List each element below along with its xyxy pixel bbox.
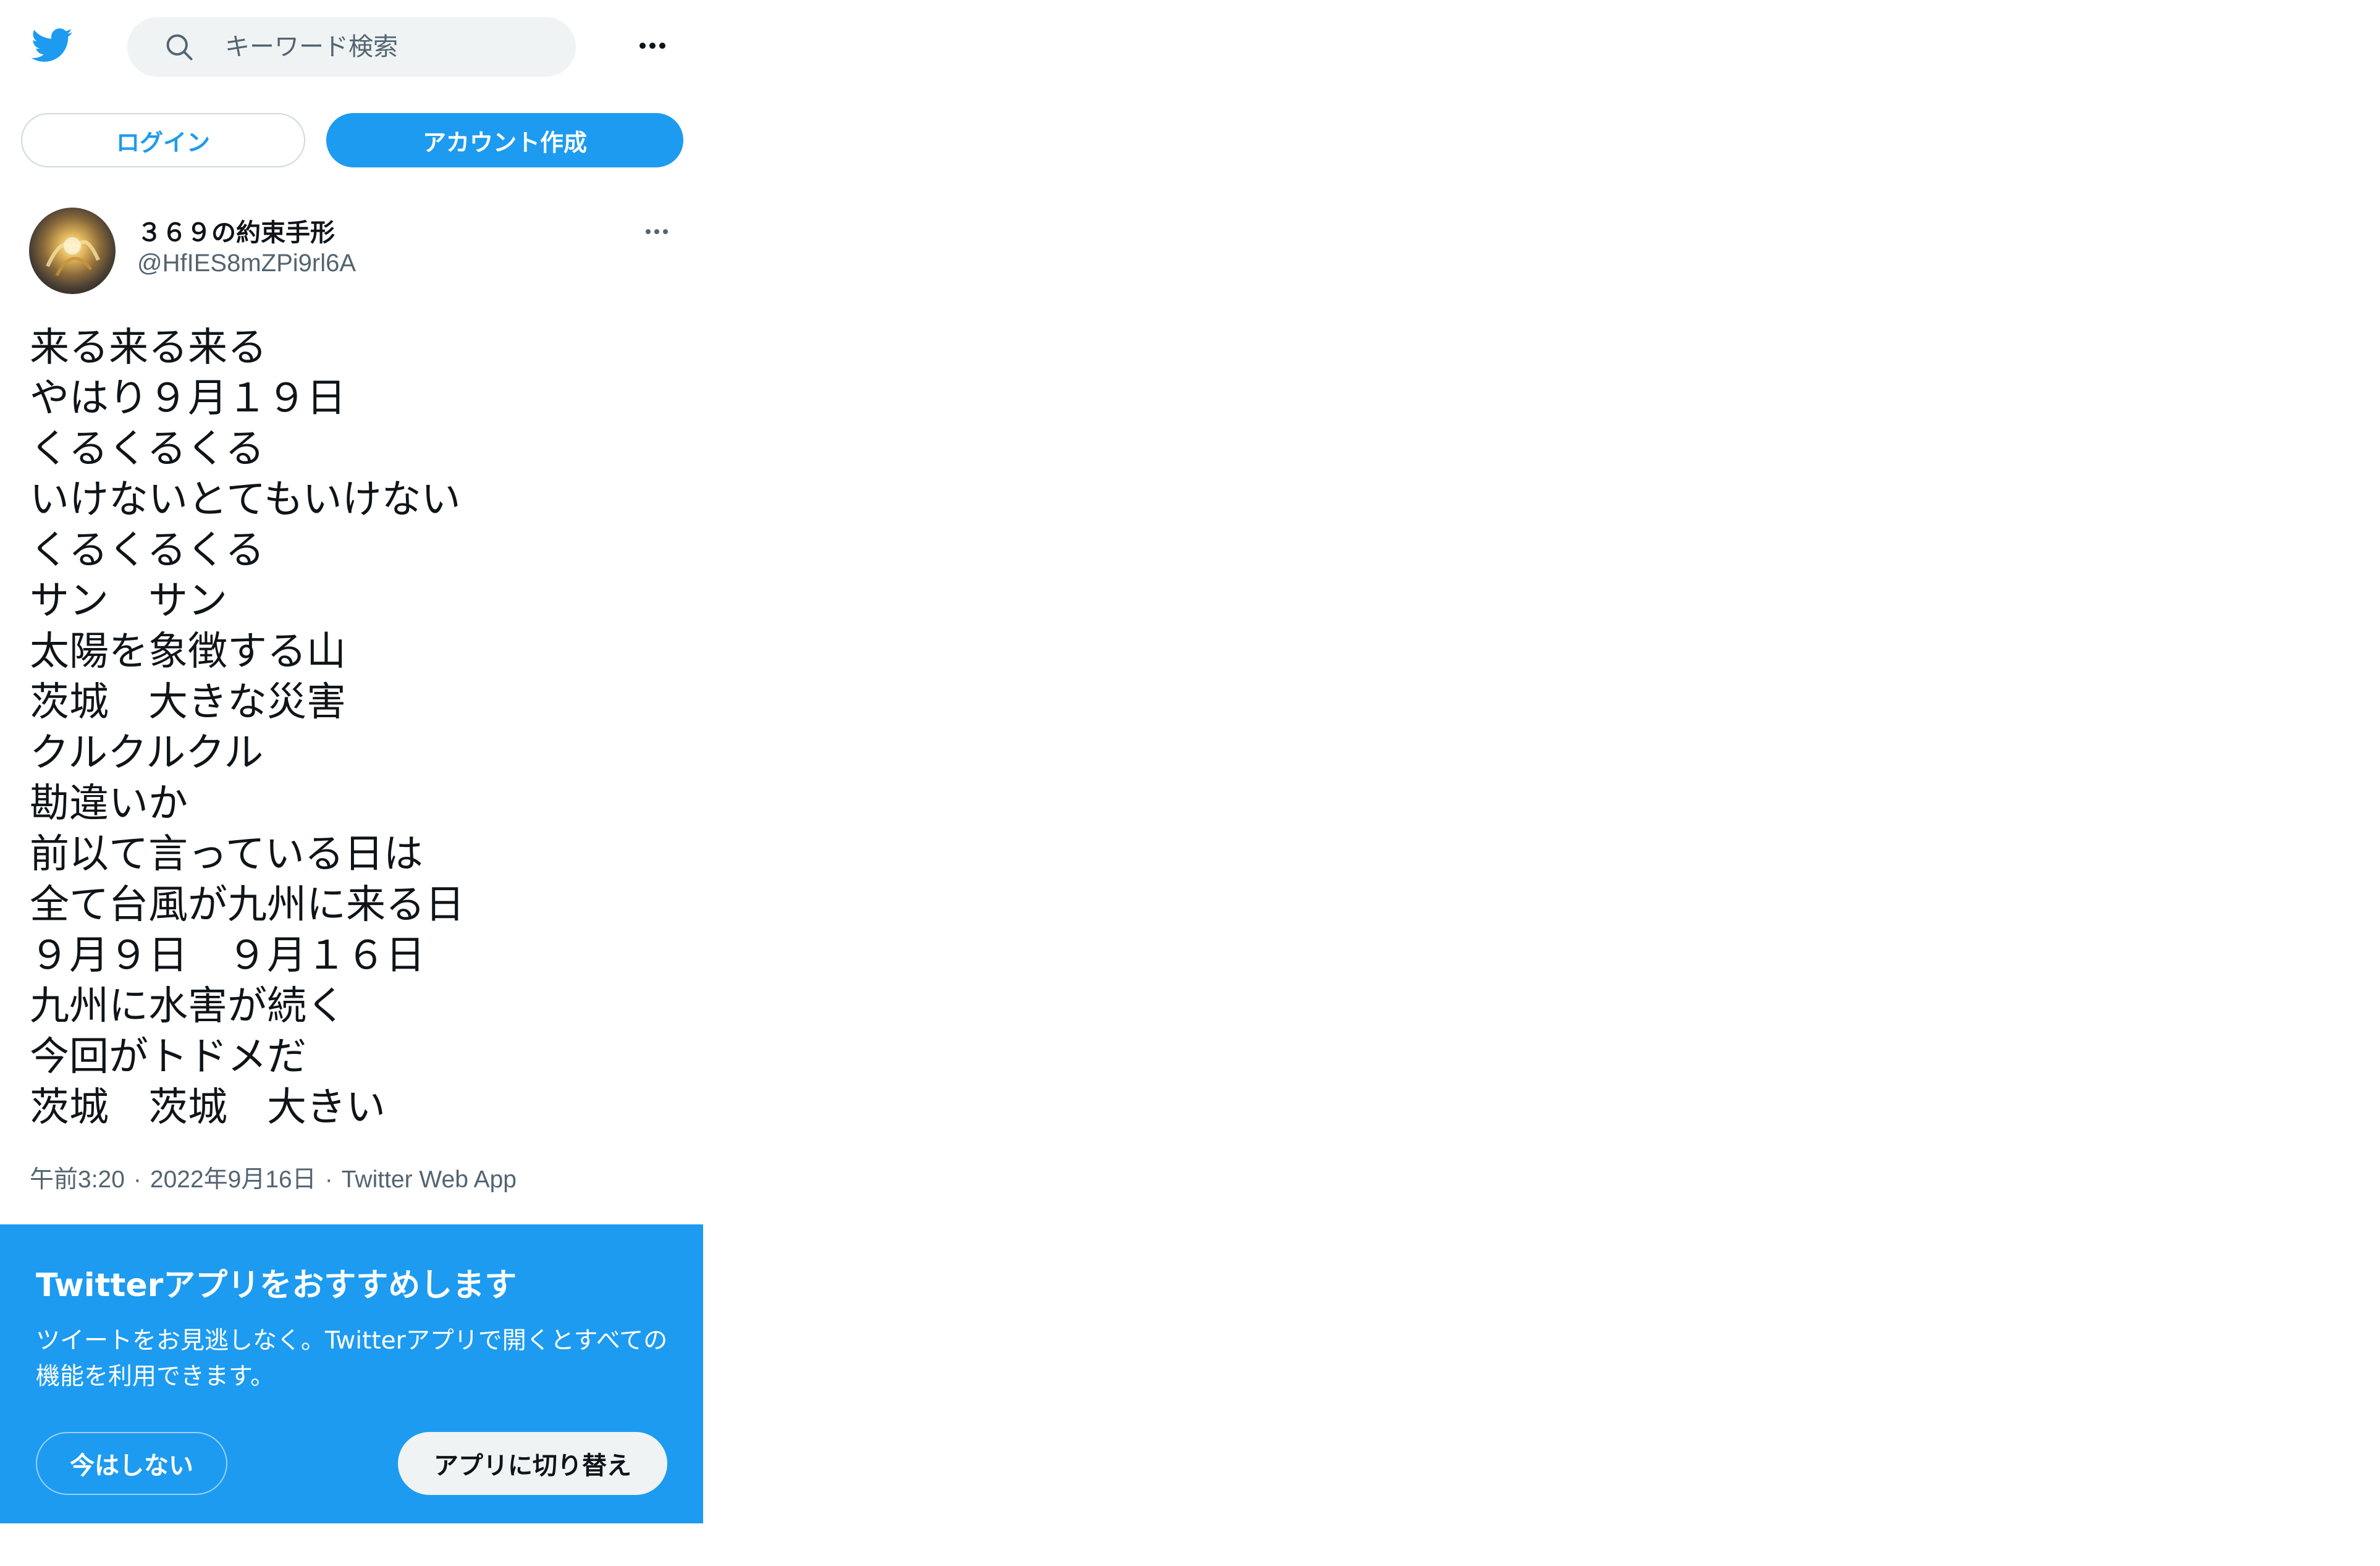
banner-body: ツイートをお見逃しなく。Twitterアプリで開くとすべての機能を利用できます。 <box>36 1327 668 1391</box>
tweet-line: やはり９月１９日 <box>30 376 346 421</box>
switch-to-app-button[interactable]: アプリに切り替え <box>398 1432 667 1495</box>
banner-title: Twitterアプリをおすすめします <box>36 1267 517 1304</box>
tweet-line: 茨城 茨城 大きい <box>30 1085 386 1130</box>
tweet-meta: 午前3:20 · 2022年9月16日 · Twitter Web App <box>30 1160 517 1195</box>
tweet-line: 勘違いか <box>30 781 188 827</box>
tweet-line: クルクルクル <box>30 730 264 776</box>
signup-button[interactable]: アカウント作成 <box>326 113 683 167</box>
not-now-button[interactable]: 今はしない <box>36 1432 227 1495</box>
tweet-text: 来る来る来る やはり９月１９日 くるくるくる いけないとてもいけない くるくるく… <box>30 322 685 1133</box>
tweet-line: 九州に水害が続く <box>30 983 346 1029</box>
twitter-bird-icon[interactable] <box>28 23 75 67</box>
more-horizontal-icon[interactable] <box>634 35 671 57</box>
avatar[interactable] <box>29 208 116 294</box>
app-promo-banner: Twitterアプリをおすすめします ツイートをお見逃しなく。Twitterアプ… <box>0 1224 703 1523</box>
tweet-line: 太陽を象徴する山 <box>30 629 346 675</box>
tweet-line: くるくるくる <box>30 528 265 573</box>
search-icon <box>163 31 195 63</box>
tweet-date[interactable]: 2022年9月16日 <box>150 1166 316 1193</box>
tweet-line: 全て台風が九州に来る日 <box>30 882 465 928</box>
login-button[interactable]: ログイン <box>21 113 305 167</box>
tweet-line: 前以て言っている日は <box>30 831 423 877</box>
tweet-line: 今回がトドメだ <box>30 1034 306 1080</box>
tweet-line: いけないとてもいけない <box>30 477 461 523</box>
search-bar[interactable] <box>127 17 576 77</box>
meta-separator: · <box>324 1166 333 1193</box>
tweet-line: ９月９日 ９月１６日 <box>30 933 425 979</box>
tweet-time[interactable]: 午前3:20 <box>30 1166 125 1193</box>
meta-separator: · <box>133 1166 141 1193</box>
tweet-column: ログイン アカウント作成 ３６９の約束手形 @HfIES8mZPi9rl6A <box>0 0 703 1566</box>
tweet-source[interactable]: Twitter Web App <box>342 1166 517 1193</box>
tweet-more-icon[interactable] <box>643 222 671 241</box>
tweet-line: くるくるくる <box>30 426 265 472</box>
tweet-line: 来る来る来る <box>30 325 267 371</box>
tweet-author-handle[interactable]: @HfIES8mZPi9rl6A <box>137 250 356 277</box>
tweet-author-name[interactable]: ３６９の約束手形 <box>137 213 335 248</box>
tweet-line: 茨城 大きな災害 <box>30 680 346 725</box>
search-input[interactable] <box>225 17 559 77</box>
tweet-line: サン サン <box>30 578 227 624</box>
